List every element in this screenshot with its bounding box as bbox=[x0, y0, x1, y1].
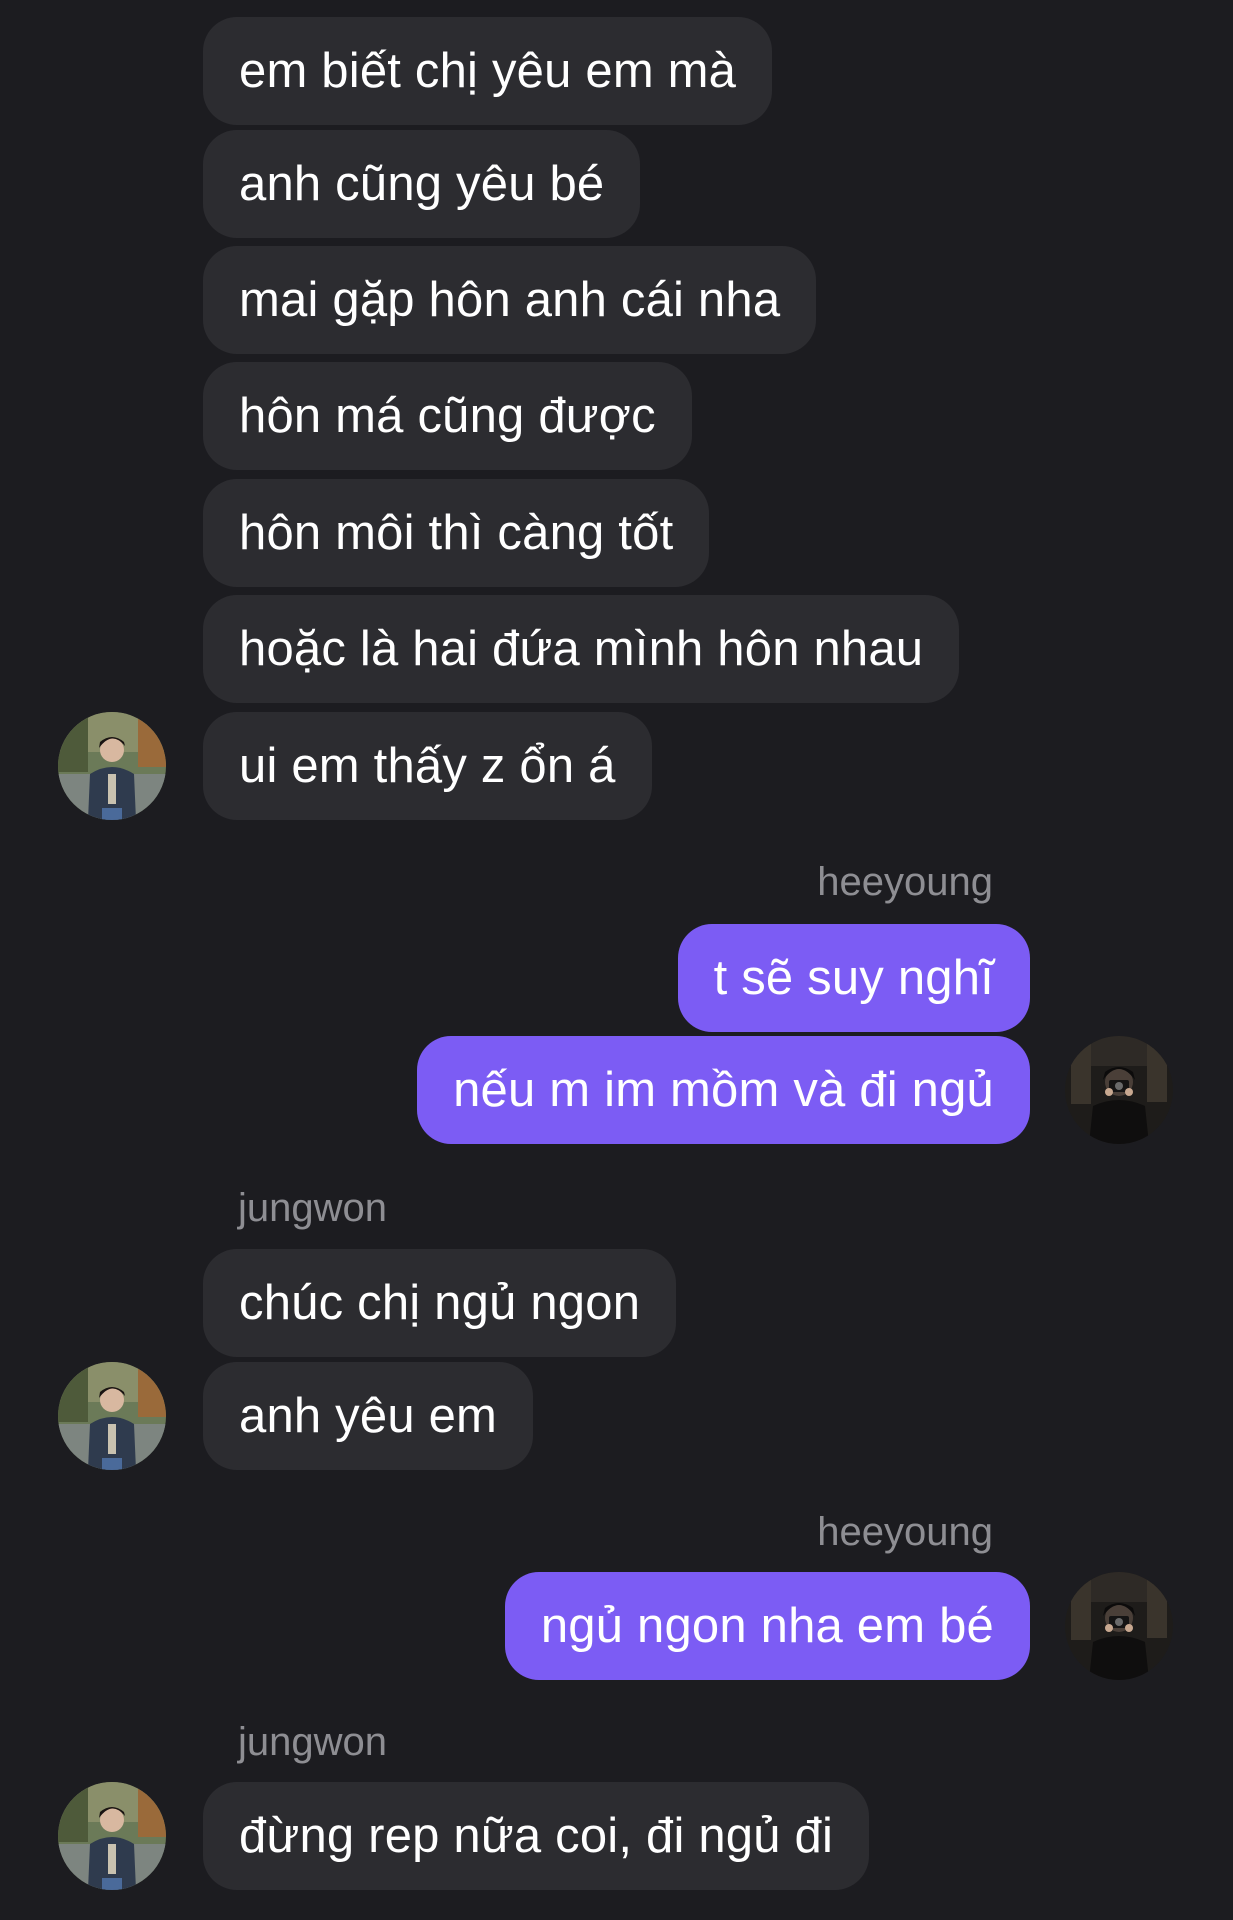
sender-name-label: heeyoung bbox=[817, 860, 993, 904]
contact-avatar-photo-icon bbox=[58, 1782, 166, 1890]
message-bubble-incoming[interactable]: em biết chị yêu em mà bbox=[203, 17, 773, 125]
message-bubble-incoming[interactable]: mai gặp hôn anh cái nha bbox=[203, 246, 817, 354]
message-bubble-incoming[interactable]: hôn má cũng được bbox=[203, 362, 692, 470]
message-bubble-outgoing[interactable]: t sẽ suy nghĩ bbox=[677, 924, 1030, 1032]
sender-name-label: jungwon bbox=[238, 1720, 388, 1764]
my-avatar-photo-icon bbox=[1065, 1036, 1173, 1144]
contact-avatar[interactable] bbox=[58, 712, 166, 820]
contact-avatar-photo-icon bbox=[58, 712, 166, 820]
message-bubble-outgoing[interactable]: nếu m im mồm và đi ngủ bbox=[417, 1036, 1030, 1144]
message-bubble-incoming[interactable]: hoặc là hai đứa mình hôn nhau bbox=[203, 595, 960, 703]
chat-thread[interactable]: em biết chị yêu em mà anh cũng yêu bé ma… bbox=[0, 0, 1233, 1920]
sender-name-label: heeyoung bbox=[817, 1510, 993, 1554]
message-bubble-incoming[interactable]: anh yêu em bbox=[203, 1362, 534, 1470]
message-bubble-incoming[interactable]: chúc chị ngủ ngon bbox=[203, 1249, 677, 1357]
message-bubble-incoming[interactable]: anh cũng yêu bé bbox=[203, 130, 641, 238]
contact-avatar-photo-icon bbox=[58, 1362, 166, 1470]
message-bubble-incoming[interactable]: đừng rep nữa coi, đi ngủ đi bbox=[203, 1782, 870, 1890]
contact-avatar[interactable] bbox=[58, 1782, 166, 1890]
sender-name-label: jungwon bbox=[238, 1186, 388, 1230]
message-bubble-incoming[interactable]: ui em thấy z ổn á bbox=[203, 712, 652, 820]
my-avatar[interactable] bbox=[1065, 1036, 1173, 1144]
my-avatar-photo-icon bbox=[1065, 1572, 1173, 1680]
message-bubble-incoming[interactable]: hôn môi thì càng tốt bbox=[203, 479, 710, 587]
my-avatar[interactable] bbox=[1065, 1572, 1173, 1680]
contact-avatar[interactable] bbox=[58, 1362, 166, 1470]
message-bubble-outgoing[interactable]: ngủ ngon nha em bé bbox=[504, 1572, 1030, 1680]
